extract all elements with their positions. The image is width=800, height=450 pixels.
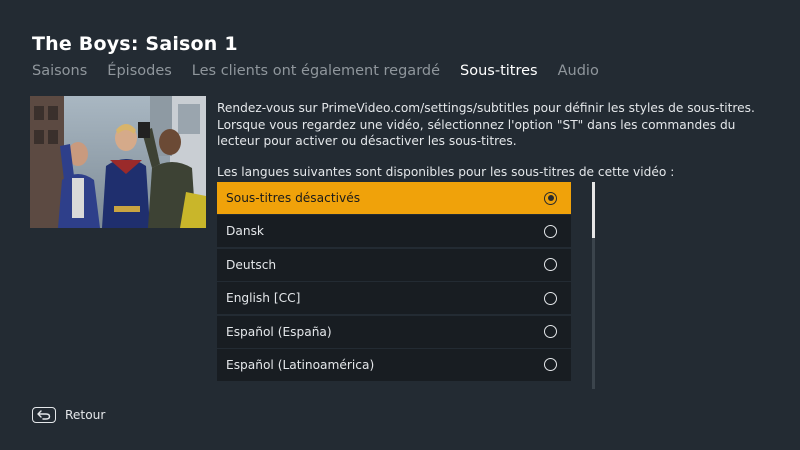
radio-selected-icon (544, 191, 557, 205)
tab-bar: Saisons Épisodes Les clients ont égaleme… (32, 63, 619, 79)
radio-unselected-icon (544, 258, 557, 272)
series-thumbnail-image (30, 96, 206, 228)
radio-unselected-icon (544, 291, 557, 305)
back-arrow-icon (32, 407, 56, 423)
subtitle-option-off[interactable]: Sous-titres désactivés (217, 182, 571, 214)
subtitle-option-label: Español (Latinoamérica) (226, 357, 375, 372)
back-label: Retour (65, 408, 106, 422)
subtitle-option-label: Dansk (226, 224, 264, 239)
languages-intro: Les langues suivantes sont disponibles p… (217, 165, 675, 179)
scrollbar-thumb[interactable] (592, 182, 595, 238)
radio-unselected-icon (544, 224, 557, 238)
subtitle-option-label: English [CC] (226, 291, 301, 306)
subtitle-option-label: Sous-titres désactivés (226, 191, 361, 205)
series-thumbnail (30, 96, 206, 228)
subtitle-option-english-cc[interactable]: English [CC] (217, 282, 571, 315)
list-scrollbar[interactable] (592, 182, 595, 389)
subtitle-option-dansk[interactable]: Dansk (217, 215, 571, 248)
tab-episodes[interactable]: Épisodes (107, 63, 172, 79)
tab-audio[interactable]: Audio (558, 63, 599, 79)
subtitles-description: Rendez-vous sur PrimeVideo.com/settings/… (217, 101, 755, 148)
subtitle-option-label: Español (España) (226, 324, 332, 339)
subtitle-option-label: Deutsch (226, 257, 277, 272)
radio-unselected-icon (544, 358, 557, 372)
subtitle-option-espanol-latinoamerica[interactable]: Español (Latinoamérica) (217, 348, 571, 381)
subtitle-option-deutsch[interactable]: Deutsch (217, 248, 571, 281)
tab-saisons[interactable]: Saisons (32, 63, 87, 79)
subtitle-option-espanol-espana[interactable]: Español (España) (217, 315, 571, 348)
tab-also-watched[interactable]: Les clients ont également regardé (192, 63, 440, 79)
tab-subtitles[interactable]: Sous-titres (460, 63, 538, 79)
back-button[interactable]: Retour (32, 407, 105, 423)
radio-unselected-icon (544, 325, 557, 339)
subtitle-options-list: Sous-titres désactivés Dansk Deutsch Eng… (217, 182, 571, 382)
page-title: The Boys: Saison 1 (32, 33, 238, 55)
